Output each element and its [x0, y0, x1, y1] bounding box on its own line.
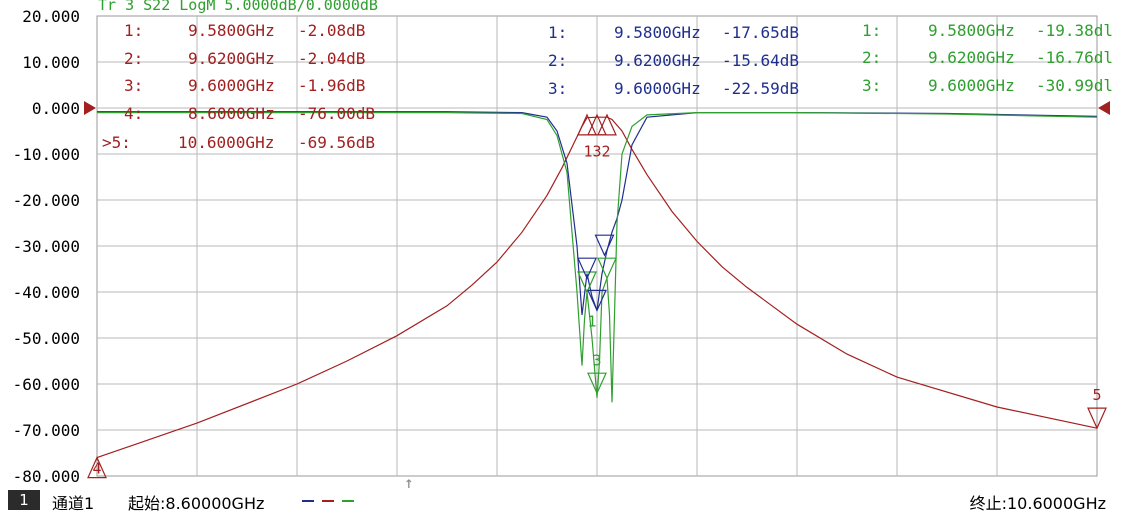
y-tick-label: -40.000	[13, 283, 80, 302]
y-tick-label: 20.000	[22, 7, 80, 26]
green-trace-legend	[342, 500, 354, 502]
stop-frequency[interactable]: 终止:10.6000GHz	[970, 490, 1106, 514]
marker-label: 2:	[862, 48, 881, 67]
marker-value: -15.64dB	[722, 51, 799, 70]
marker-label: 1:	[124, 21, 143, 40]
marker-freq: 9.5800GHz	[188, 21, 275, 40]
marker-value: -22.59dB	[722, 79, 799, 98]
marker-freq: 8.6000GHz	[188, 104, 275, 123]
marker-tag-label: 132	[583, 142, 610, 160]
marker-freq: 9.6000GHz	[614, 79, 701, 98]
blue-trace-legend	[302, 500, 314, 502]
marker-freq: 9.6200GHz	[614, 51, 701, 70]
marker-value: -30.99dl	[1036, 76, 1113, 95]
marker-freq: 10.6000GHz	[178, 133, 274, 152]
marker-tag-label: 1	[587, 313, 596, 331]
marker-value: -19.38dl	[1036, 21, 1113, 40]
channel-number-badge[interactable]: 1	[8, 490, 40, 510]
marker-label: 4:	[124, 104, 143, 123]
marker-label: 3:	[124, 76, 143, 95]
y-tick-label: -60.000	[13, 375, 80, 394]
y-tick-label: -80.000	[13, 467, 80, 486]
y-tick-label: -70.000	[13, 421, 80, 440]
y-tick-label: -50.000	[13, 329, 80, 348]
marker-freq: 9.6200GHz	[928, 48, 1015, 67]
marker-tag-label: 3	[592, 352, 601, 370]
marker-label: 1:	[548, 23, 567, 42]
marker-label: 1:	[862, 21, 881, 40]
y-tick-labels: 20.000 10.000 0.000 -10.000 -20.000 -30.000 -4…	[13, 7, 80, 486]
marker-label: 3:	[548, 79, 567, 98]
marker-tag-label: 5	[1092, 386, 1101, 404]
y-tick-label: 10.000	[22, 53, 80, 72]
marker-freq: 9.6200GHz	[188, 49, 275, 68]
ref-left-arrow-icon[interactable]	[84, 101, 96, 115]
status-bar: 1 通道1 起始:8.60000GHz 终止:10.6000GHz	[0, 488, 1130, 514]
marker-value: -16.76dl	[1036, 48, 1113, 67]
marker-value: -1.96dB	[298, 76, 365, 95]
y-tick-label: -30.000	[13, 237, 80, 256]
marker-value: -2.04dB	[298, 49, 365, 68]
marker-value: -69.56dB	[298, 133, 375, 152]
s-parameter-plot: 20.000 10.000 0.000 -10.000 -20.000 -30.000 -4…	[13, 0, 1130, 492]
marker-freq: 9.6000GHz	[188, 76, 275, 95]
y-tick-label: -20.000	[13, 191, 80, 210]
marker-freq: 9.6000GHz	[928, 76, 1015, 95]
marker-value: -17.65dB	[722, 23, 799, 42]
marker-value: -2.08dB	[298, 21, 365, 40]
marker-tag-label: 4	[92, 460, 101, 478]
marker-freq: 9.5800GHz	[614, 23, 701, 42]
ref-right-arrow-icon[interactable]	[1098, 101, 1110, 115]
channel-label[interactable]: 通道1	[52, 490, 94, 514]
marker-value: -76.00dB	[298, 104, 375, 123]
red-trace-legend	[322, 500, 334, 502]
y-tick-label: -10.000	[13, 145, 80, 164]
marker-label: 2:	[548, 51, 567, 70]
marker-label: >5:	[102, 133, 131, 152]
marker-label: 2:	[124, 49, 143, 68]
start-frequency[interactable]: 起始:8.60000GHz	[128, 490, 264, 514]
trace-title: Tr 3 S22 LogM 5.0000dB/0.0000dB	[98, 0, 378, 14]
marker-label: 3:	[862, 76, 881, 95]
y-tick-label: 0.000	[32, 99, 80, 118]
marker-freq: 9.5800GHz	[928, 21, 1015, 40]
